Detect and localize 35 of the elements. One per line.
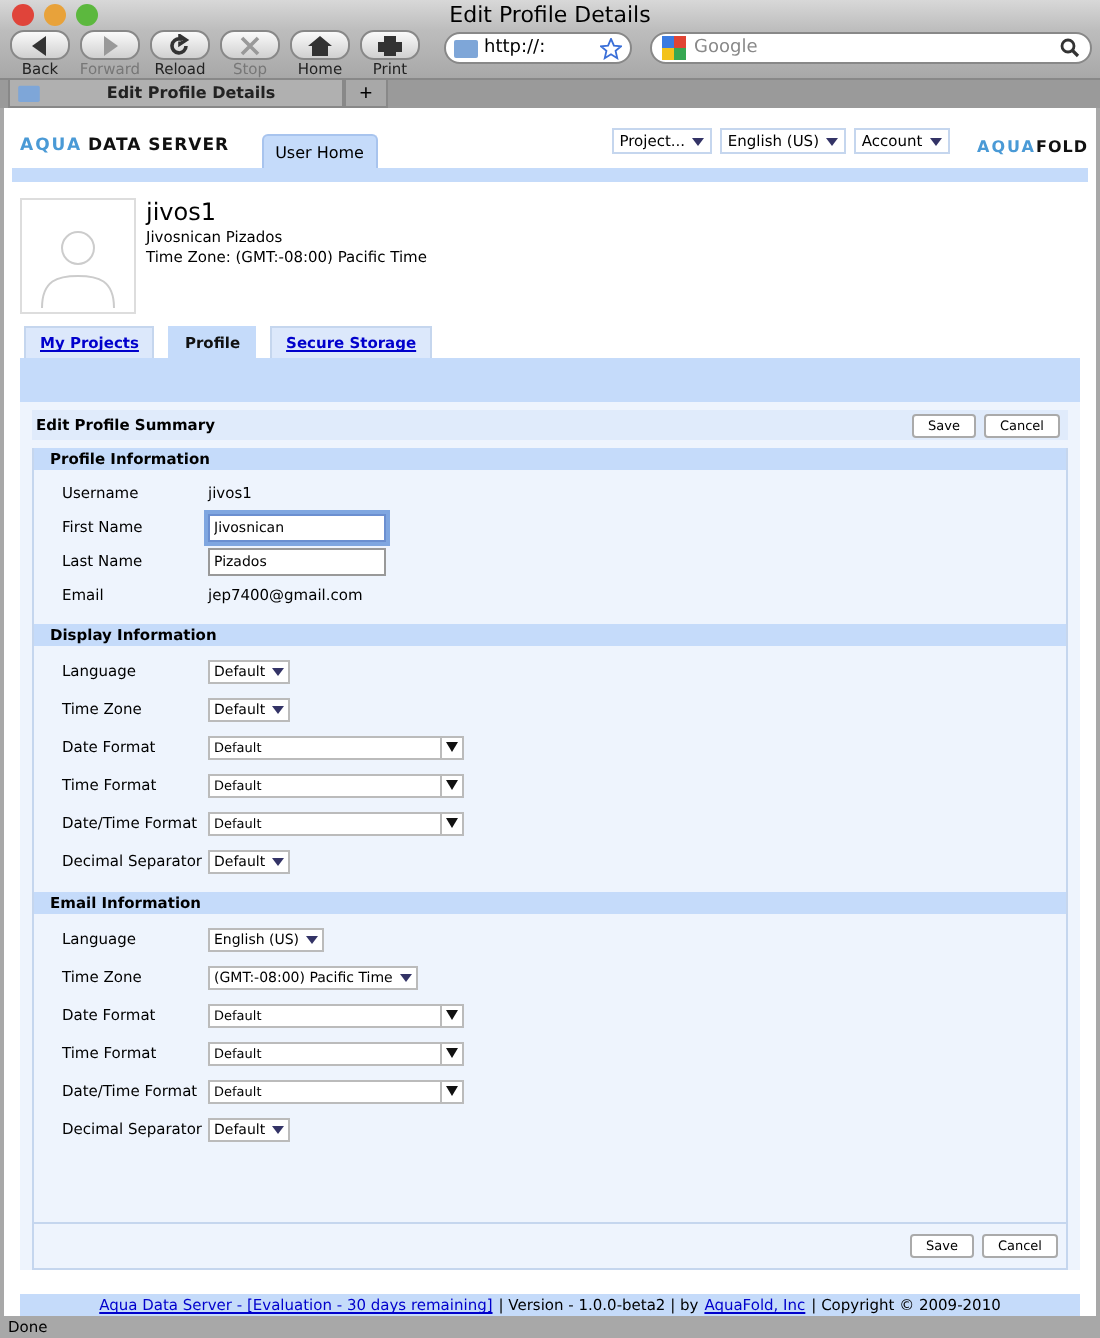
new-tab-button[interactable]: + (344, 80, 388, 109)
logo: AQUA DATA SERVER (18, 136, 230, 161)
search-icon[interactable] (1060, 38, 1080, 59)
logo: AQUAFOLD (975, 138, 1088, 161)
caret-icon (271, 857, 284, 866)
stop-icon (236, 33, 264, 58)
home-icon (306, 33, 334, 58)
home-tab[interactable]: User Home (261, 134, 378, 169)
caret-icon (929, 138, 942, 147)
caret-icon (271, 667, 284, 676)
folder-icon (454, 38, 478, 59)
search-engine-icon (662, 36, 686, 61)
caret-icon (691, 138, 704, 147)
search-field[interactable]: Google (650, 32, 1092, 65)
caret-icon (825, 138, 838, 147)
browser-tab[interactable]: Edit Profile Details (8, 80, 344, 109)
caret-icon (399, 973, 412, 982)
address-field[interactable]: http://: (444, 32, 632, 65)
username-heading: jivos1 (146, 198, 218, 229)
caret-icon (446, 780, 458, 791)
caret-icon (271, 705, 284, 714)
caret-icon (446, 818, 458, 829)
close-icon[interactable] (12, 4, 34, 27)
caret-icon (271, 1125, 284, 1134)
caret-icon (446, 742, 458, 753)
zoom-icon[interactable] (76, 4, 98, 27)
caret-icon (446, 1010, 458, 1021)
caret-icon (305, 935, 318, 944)
caret-icon (446, 1086, 458, 1097)
reload-icon (166, 33, 194, 58)
window-title: Edit Profile Details (447, 2, 653, 29)
star-icon[interactable] (600, 37, 622, 60)
folder-icon (18, 84, 40, 103)
caret-icon (446, 1048, 458, 1059)
minimize-icon[interactable] (44, 4, 66, 27)
